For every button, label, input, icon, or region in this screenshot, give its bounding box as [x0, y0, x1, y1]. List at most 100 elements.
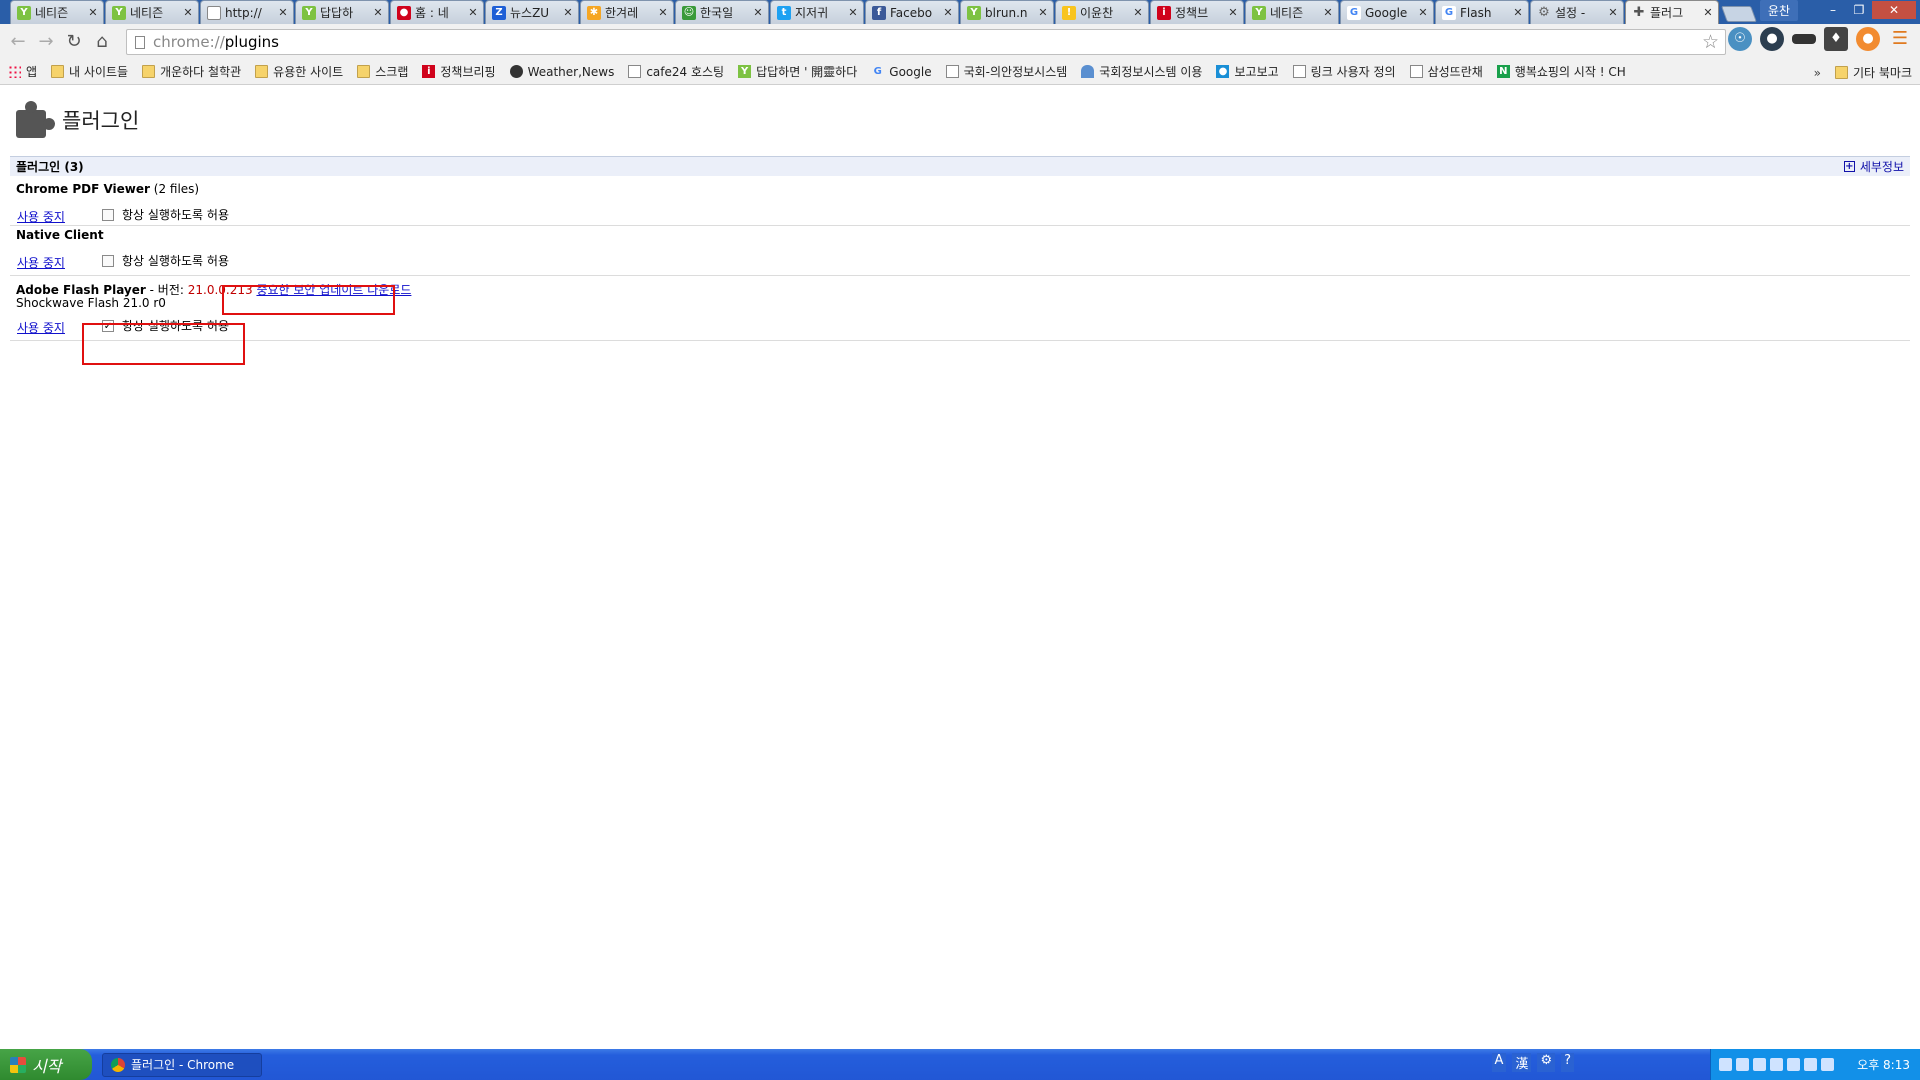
- close-tab-icon[interactable]: ✕: [1607, 6, 1619, 19]
- other-bookmarks[interactable]: 기타 북마크: [1834, 64, 1912, 81]
- bookmark-item[interactable]: 개운하다 철학관: [142, 63, 241, 80]
- ime-hanja[interactable]: 漢: [1512, 1053, 1532, 1072]
- bookmark-item[interactable]: G Google: [871, 65, 932, 79]
- dark-extension-icon[interactable]: ●: [1760, 27, 1784, 51]
- close-tab-icon[interactable]: ✕: [277, 6, 289, 19]
- bookmark-label: 정책브리핑: [440, 65, 496, 79]
- tab[interactable]: i 정책브 ✕: [1150, 0, 1244, 24]
- bookmark-item[interactable]: 국회-의안정보시스템: [945, 63, 1067, 80]
- address-bar[interactable]: chrome:// plugins ☆: [126, 29, 1726, 55]
- tray-app-icon[interactable]: [1804, 1058, 1817, 1071]
- bookmark-item[interactable]: 유용한 사이트: [255, 63, 343, 80]
- tab-title: 설정 -: [1555, 6, 1586, 20]
- close-window-icon[interactable]: ✕: [1872, 1, 1916, 19]
- compass-extension-icon[interactable]: ☉: [1728, 27, 1752, 51]
- bookmark-item[interactable]: 내 사이트들: [51, 63, 128, 80]
- bookmark-item[interactable]: 앱: [8, 63, 37, 80]
- disable-link[interactable]: 사용 중지: [17, 208, 65, 225]
- tab[interactable]: Y 네티즌 ✕: [10, 0, 104, 24]
- disable-link[interactable]: 사용 중지: [17, 319, 65, 336]
- always-allow-checkbox[interactable]: [102, 208, 114, 221]
- close-tab-icon[interactable]: ✕: [847, 6, 859, 19]
- ime-help-icon[interactable]: ?: [1561, 1053, 1574, 1072]
- z-icon: Z: [492, 5, 506, 20]
- always-allow-checkbox[interactable]: [102, 254, 114, 267]
- forward-icon[interactable]: →: [32, 28, 60, 56]
- close-tab-icon[interactable]: ✕: [1512, 6, 1524, 19]
- tab[interactable]: Yblrun.n ✕: [960, 0, 1054, 24]
- bookmark-item[interactable]: 국회정보시스템 이용: [1081, 63, 1202, 80]
- close-tab-icon[interactable]: ✕: [182, 6, 194, 19]
- bookmark-star-icon[interactable]: ☆: [1702, 31, 1719, 53]
- disable-link[interactable]: 사용 중지: [17, 254, 65, 271]
- tab[interactable]: t 지저귀 ✕: [770, 0, 864, 24]
- bookmark-item[interactable]: i 정책브리핑: [422, 63, 496, 80]
- bookmark-item[interactable]: 스크랩: [357, 63, 408, 80]
- tray-app-icon[interactable]: [1753, 1058, 1766, 1071]
- bookmark-item[interactable]: N 행복쇼핑의 시작 ! CH: [1496, 63, 1626, 80]
- start-button[interactable]: 시작: [0, 1049, 92, 1080]
- tray-app-icon[interactable]: [1787, 1058, 1800, 1071]
- details-toggle[interactable]: + 세부정보: [1843, 158, 1904, 175]
- close-tab-icon[interactable]: ✕: [1227, 6, 1239, 19]
- chevron-more-icon[interactable]: »: [1814, 66, 1821, 80]
- bookmark-item[interactable]: ● 보고보고: [1216, 63, 1279, 80]
- profile-name[interactable]: 윤찬: [1759, 0, 1798, 21]
- bookmark-item[interactable]: 삼성뜨란채: [1409, 63, 1483, 80]
- clock[interactable]: 오후 8:13: [1857, 1056, 1910, 1073]
- tab[interactable]: ✚ 플러그 ✕: [1625, 0, 1719, 24]
- back-icon[interactable]: ←: [4, 28, 32, 56]
- bookmark-item[interactable]: cafe24 호스팅: [628, 63, 724, 80]
- tray-shield-icon[interactable]: [1821, 1058, 1834, 1071]
- tab[interactable]: Y 답답하 ✕: [295, 0, 389, 24]
- close-tab-icon[interactable]: ✕: [942, 6, 954, 19]
- minimize-icon[interactable]: –: [1820, 1, 1846, 19]
- close-tab-icon[interactable]: ✕: [1037, 6, 1049, 19]
- orange-extension-icon[interactable]: ●: [1856, 27, 1880, 51]
- tab[interactable]: f Facebo ✕: [865, 0, 959, 24]
- bookmark-item[interactable]: Y 답답하면 ' 開靈하다: [738, 63, 857, 80]
- tab[interactable]: ☺ 한국일 ✕: [675, 0, 769, 24]
- close-tab-icon[interactable]: ✕: [1417, 6, 1429, 19]
- bookmark-item[interactable]: 링크 사용자 정의: [1292, 63, 1396, 80]
- menu-icon[interactable]: ☰: [1888, 27, 1912, 51]
- tray-network-icon[interactable]: [1719, 1058, 1732, 1071]
- close-tab-icon[interactable]: ✕: [372, 6, 384, 19]
- tab[interactable]: ⚙ 설정 - ✕: [1530, 0, 1624, 24]
- tab[interactable]: http:// ✕: [200, 0, 294, 24]
- bookmark-label: 내 사이트들: [69, 65, 129, 79]
- close-tab-icon[interactable]: ✕: [467, 6, 479, 19]
- glasses-extension-icon[interactable]: [1792, 34, 1816, 44]
- close-tab-icon[interactable]: ✕: [562, 6, 574, 19]
- home-icon[interactable]: ⌂: [88, 28, 116, 56]
- close-tab-icon[interactable]: ✕: [657, 6, 669, 19]
- bookmark-item[interactable]: Weather,News: [509, 65, 614, 79]
- taskbar-chrome-window[interactable]: 플러그인 - Chrome: [102, 1052, 262, 1077]
- tab[interactable]: ✱ 한겨레 ✕: [580, 0, 674, 24]
- tab[interactable]: ● 홈 : 네 ✕: [390, 0, 484, 24]
- close-tab-icon[interactable]: ✕: [1132, 6, 1144, 19]
- close-tab-icon[interactable]: ✕: [752, 6, 764, 19]
- tab[interactable]: G Google ✕: [1340, 0, 1434, 24]
- always-allow-option[interactable]: 항상 실행하도록 허용: [102, 252, 229, 269]
- new-tab-button[interactable]: [1721, 6, 1757, 22]
- close-tab-icon[interactable]: ✕: [1702, 6, 1714, 19]
- reload-icon[interactable]: ↻: [60, 28, 88, 56]
- ime-mode[interactable]: A: [1491, 1053, 1507, 1072]
- always-allow-option[interactable]: 항상 실행하도록 허용: [102, 206, 229, 223]
- tab[interactable]: Y 네티즌 ✕: [1245, 0, 1339, 24]
- ime-tool-icon[interactable]: ⚙: [1537, 1053, 1556, 1072]
- tab[interactable]: Y 네티즌 ✕: [105, 0, 199, 24]
- close-tab-icon[interactable]: ✕: [1322, 6, 1334, 19]
- other-bookmarks-label: 기타 북마크: [1852, 66, 1912, 80]
- puzzle-extension-icon[interactable]: ♦: [1824, 27, 1848, 51]
- maximize-icon[interactable]: ❐: [1846, 1, 1872, 19]
- close-tab-icon[interactable]: ✕: [87, 6, 99, 19]
- folder-icon: [1834, 66, 1848, 79]
- tab[interactable]: ! 이윤찬 ✕: [1055, 0, 1149, 24]
- tab[interactable]: G Flash ✕: [1435, 0, 1529, 24]
- tray-volume-icon[interactable]: [1736, 1058, 1749, 1071]
- tab[interactable]: Z 뉴스ZU ✕: [485, 0, 579, 24]
- page-icon: [207, 5, 221, 20]
- tray-app-icon[interactable]: [1770, 1058, 1783, 1071]
